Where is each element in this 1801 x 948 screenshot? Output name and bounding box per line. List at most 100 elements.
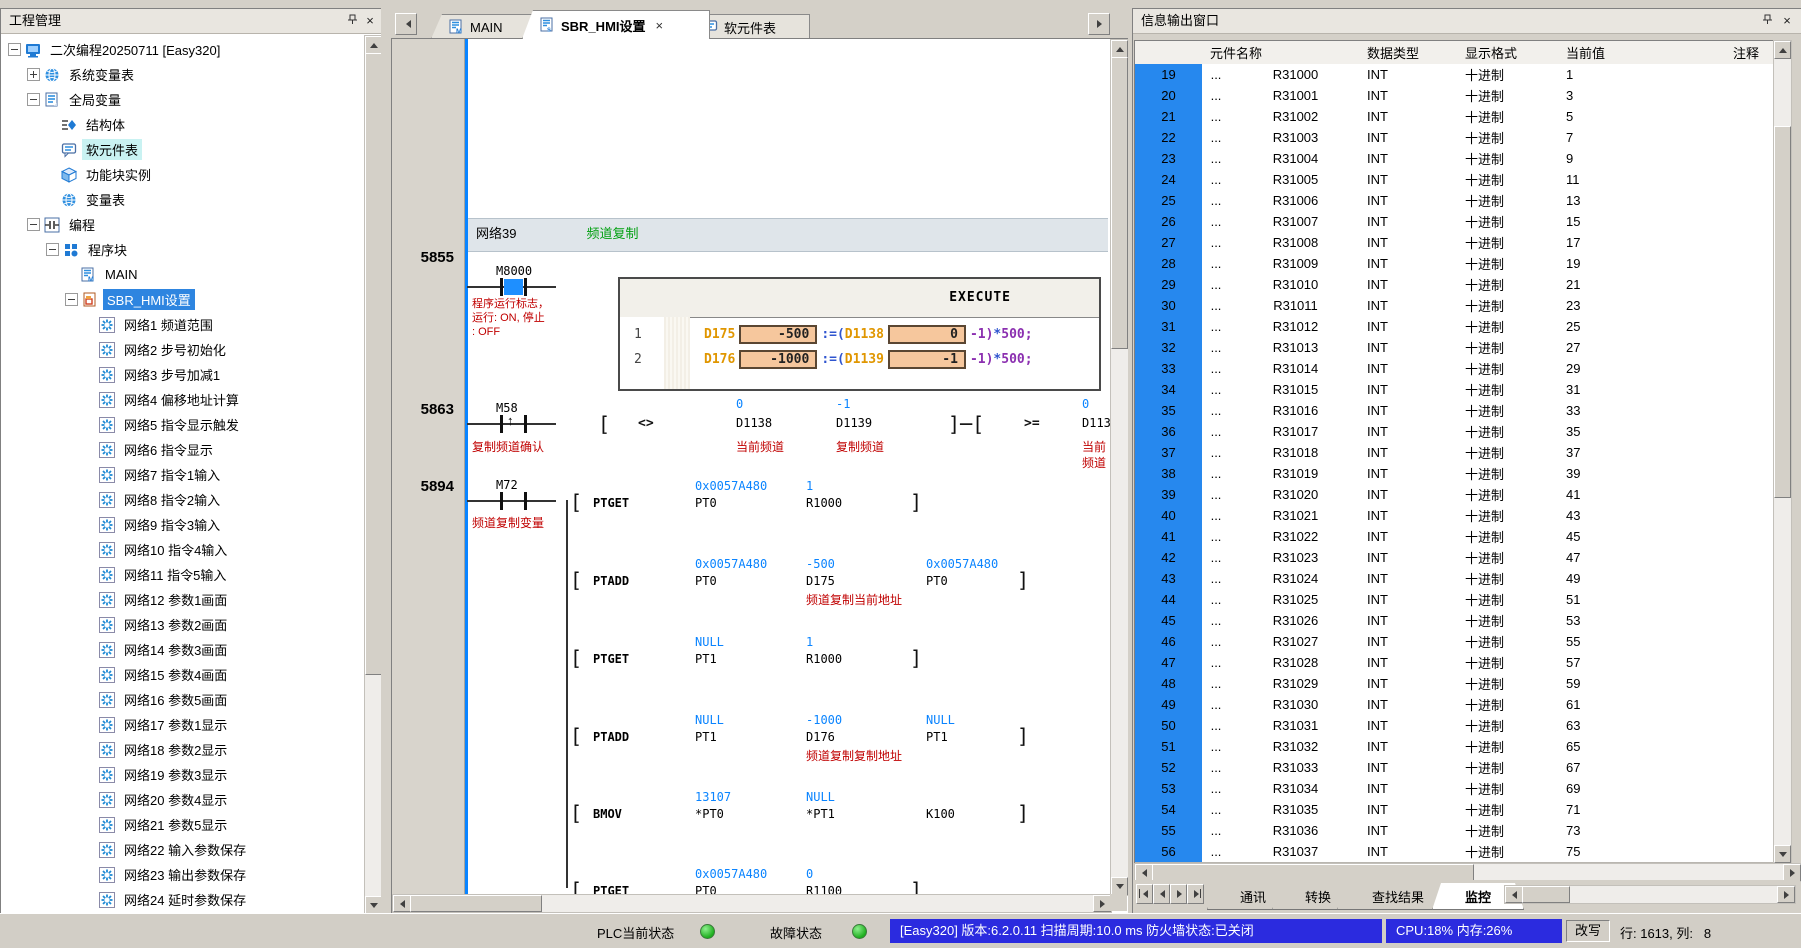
cell-type[interactable]: INT [1361,106,1466,128]
cell-value[interactable]: 35 [1560,421,1734,443]
cell-comment[interactable] [1727,169,1775,191]
row-number-cell[interactable]: 21 [1135,106,1203,128]
cell-value[interactable]: 7 [1560,127,1734,149]
cell-type[interactable]: INT [1361,232,1466,254]
cell-type[interactable]: INT [1361,169,1466,191]
cell-type[interactable]: INT [1361,253,1466,275]
cell-dots[interactable]: ... [1202,274,1231,296]
ladder-canvas[interactable]: 网络39频道复制5855M8000程序运行标志， 运行: ON, 停止 : OF… [391,38,1130,915]
cell-name[interactable]: R31012 [1230,316,1362,338]
cell-dots[interactable]: ... [1202,64,1231,86]
instruction-operand[interactable]: R1000 [806,496,842,510]
cell-name[interactable]: R31022 [1230,526,1362,548]
cell-dots[interactable]: ... [1202,568,1231,590]
cell-comment[interactable] [1727,442,1775,464]
tree-item-网络11-指令5输入[interactable]: 网络11 指令5输入 [84,562,230,587]
cell-format[interactable]: 十进制 [1459,799,1567,821]
cell-type[interactable]: INT [1361,778,1466,800]
cell-type[interactable]: INT [1361,64,1466,86]
cell-format[interactable]: 十进制 [1459,841,1567,863]
monitored-value-box[interactable]: -1 [888,350,966,369]
cell-name[interactable]: R31000 [1230,64,1362,86]
cell-type[interactable]: INT [1361,736,1466,758]
collapse-icon[interactable] [27,93,40,106]
cell-value[interactable]: 11 [1560,169,1734,191]
instruction-operand[interactable]: R1000 [806,652,842,666]
row-number-cell[interactable]: 37 [1135,442,1203,464]
cell-value[interactable]: 23 [1560,295,1734,317]
row-number-cell[interactable]: 22 [1135,127,1203,149]
row-number-cell[interactable]: 41 [1135,526,1203,548]
cell-value[interactable]: 71 [1560,799,1734,821]
expand-icon[interactable] [27,68,40,81]
scroll-left-icon[interactable] [393,895,411,912]
cell-format[interactable]: 十进制 [1459,85,1567,107]
cell-format[interactable]: 十进制 [1459,778,1567,800]
cell-value[interactable]: 27 [1560,337,1734,359]
cell-comment[interactable] [1727,484,1775,506]
cell-value[interactable]: 43 [1560,505,1734,527]
tree-item-网络8-指令2输入[interactable]: 网络8 指令2输入 [84,487,224,512]
row-number-cell[interactable]: 24 [1135,169,1203,191]
cell-type[interactable]: INT [1361,820,1466,842]
pin-icon[interactable] [1759,13,1775,29]
cell-dots[interactable]: ... [1202,799,1231,821]
cell-name[interactable]: R31025 [1230,589,1362,611]
cell-comment[interactable] [1727,778,1775,800]
cell-comment[interactable] [1727,715,1775,737]
tab-last-button[interactable] [1187,884,1204,904]
tree-item-网络14-参数3画面[interactable]: 网络14 参数3画面 [84,637,231,662]
cell-name[interactable]: R31014 [1230,358,1362,380]
scroll-right-icon[interactable] [1783,864,1801,881]
cell-format[interactable]: 十进制 [1459,547,1567,569]
scroll-up-icon[interactable] [365,36,382,54]
cell-value[interactable]: 37 [1560,442,1734,464]
cell-value[interactable]: 17 [1560,232,1734,254]
cell-value[interactable]: 1 [1560,64,1734,86]
cell-type[interactable]: INT [1361,505,1466,527]
row-number-cell[interactable]: 51 [1135,736,1203,758]
tab-prev-button[interactable] [1153,884,1170,904]
tree-item-系统变量表[interactable]: 系统变量表 [27,62,138,87]
cell-dots[interactable]: ... [1202,610,1231,632]
editor-tab-SBR_HMI设置[interactable]: sSBR_HMI设置× [522,10,710,39]
cell-format[interactable]: 十进制 [1459,610,1567,632]
row-number-cell[interactable]: 55 [1135,820,1203,842]
cell-type[interactable]: INT [1361,631,1466,653]
cell-type[interactable]: INT [1361,400,1466,422]
row-number-cell[interactable]: 38 [1135,463,1203,485]
cell-format[interactable]: 十进制 [1459,589,1567,611]
row-number-cell[interactable]: 20 [1135,85,1203,107]
cell-format[interactable]: 十进制 [1459,253,1567,275]
tree-item-网络12-参数1画面[interactable]: 网络12 参数1画面 [84,587,231,612]
cell-format[interactable]: 十进制 [1459,631,1567,653]
collapse-icon[interactable] [46,243,59,256]
tree-item-二次编程20250711-[Easy320][interactable]: 二次编程20250711 [Easy320] [8,37,224,62]
cell-value[interactable]: 5 [1560,106,1734,128]
cell-dots[interactable]: ... [1202,694,1231,716]
row-number-cell[interactable]: 28 [1135,253,1203,275]
row-number-cell[interactable]: 48 [1135,673,1203,695]
cell-comment[interactable] [1727,652,1775,674]
cell-comment[interactable] [1727,526,1775,548]
cell-type[interactable]: INT [1361,694,1466,716]
tab-scroll-right-button[interactable] [1088,13,1110,35]
cell-format[interactable]: 十进制 [1459,673,1567,695]
cell-value[interactable]: 15 [1560,211,1734,233]
tree-item-网络5-指令显示触发[interactable]: 网络5 指令显示触发 [84,412,243,437]
cell-comment[interactable] [1727,673,1775,695]
cell-type[interactable]: INT [1361,85,1466,107]
tree-item-网络2-步号初始化[interactable]: 网络2 步号初始化 [84,337,230,362]
tree-item-全局变量[interactable]: 全局变量 [27,87,125,112]
cell-comment[interactable] [1727,631,1775,653]
cell-type[interactable]: INT [1361,673,1466,695]
cell-type[interactable]: INT [1361,295,1466,317]
tree-item-编程[interactable]: 编程 [27,212,99,237]
cell-comment[interactable] [1727,505,1775,527]
instruction-operand[interactable]: D175 [806,574,835,588]
cell-comment[interactable] [1727,148,1775,170]
cell-dots[interactable]: ... [1202,295,1231,317]
row-number-cell[interactable]: 44 [1135,589,1203,611]
cell-format[interactable]: 十进制 [1459,421,1567,443]
row-number-cell[interactable]: 52 [1135,757,1203,779]
